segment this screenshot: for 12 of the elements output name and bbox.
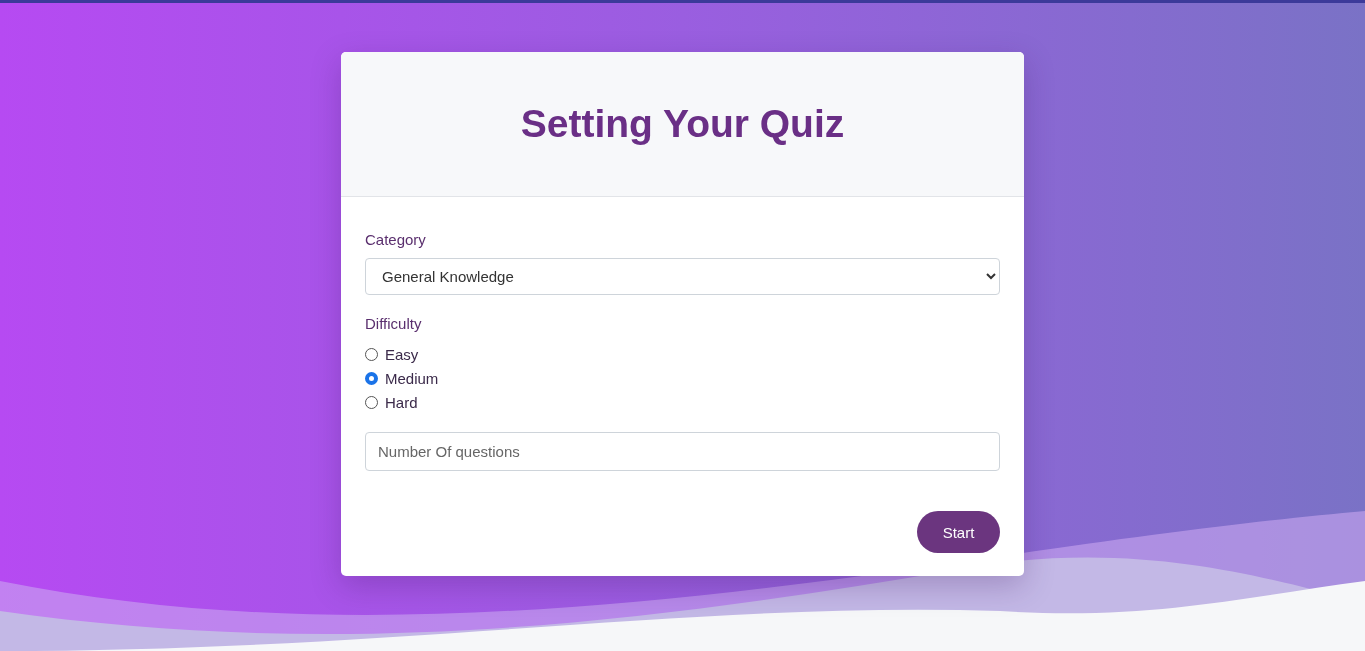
card-title: Setting Your Quiz	[520, 102, 845, 146]
start-button[interactable]: Start	[917, 511, 1000, 553]
field-label: Category	[365, 231, 427, 248]
radio-button[interactable]	[365, 395, 378, 409]
radio-button[interactable]	[365, 371, 378, 385]
option-label: Medium	[385, 369, 439, 387]
radio-button[interactable]	[365, 347, 378, 361]
option-label: Hard	[385, 393, 418, 411]
option-label: Easy	[385, 345, 419, 363]
questions-input[interactable]: Number Of questions	[365, 432, 1000, 471]
category-select[interactable]: General Knowledge	[365, 258, 1000, 295]
field-label: Difficulty	[365, 315, 423, 332]
